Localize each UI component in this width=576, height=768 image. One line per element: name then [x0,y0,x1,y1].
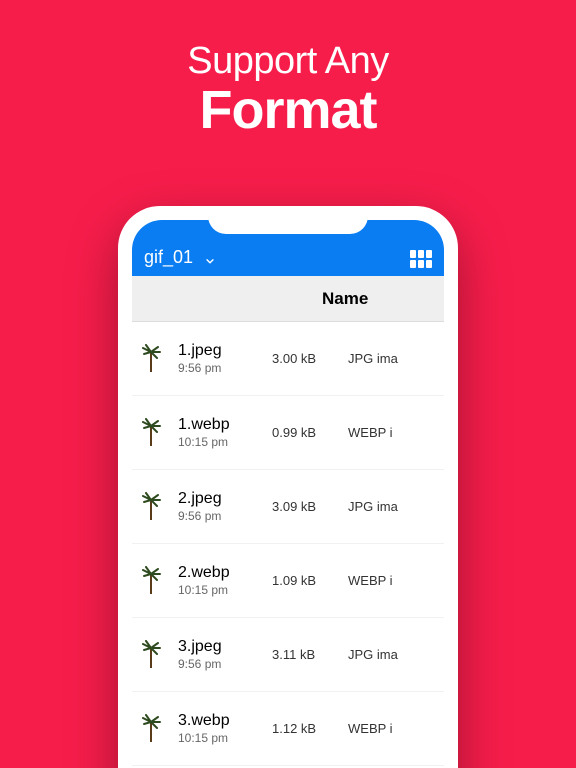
column-header-bar: Name [132,276,444,322]
file-name: 1.jpeg [178,342,268,360]
file-size: 3.00 kB [272,351,344,366]
file-size: 3.09 kB [272,499,344,514]
file-name: 2.webp [178,564,268,582]
file-name-cell: 2.jpeg9:56 pm [178,490,268,524]
headline-line1: Support Any [0,42,576,82]
file-list[interactable]: 1.jpeg9:56 pm3.00 kBJPG ima 1.webp10:15 … [132,322,444,768]
file-size: 0.99 kB [272,425,344,440]
file-name: 3.jpeg [178,638,268,656]
file-name-cell: 3.webp10:15 pm [178,712,268,746]
file-name-cell: 1.jpeg9:56 pm [178,342,268,376]
file-row[interactable]: 3.jpeg9:56 pm 3.11 kB JPG ima [132,618,444,692]
file-thumbnail-icon [140,418,164,448]
file-row[interactable]: 2.webp10:15 pm 1.09 kB WEBP i [132,544,444,618]
file-name: 1.webp [178,416,268,434]
file-type: JPG ima [348,499,438,514]
file-name-cell: 1.webp10:15 pm [178,416,268,450]
file-time: 9:56 pm [178,657,268,671]
file-name-cell: 2.webp10:15 pm [178,564,268,598]
file-type: JPG ima [348,647,438,662]
file-type: WEBP i [348,721,438,736]
file-thumbnail-icon [140,566,164,596]
promo-headline: Support Any Format [0,0,576,139]
file-time: 9:56 pm [178,361,268,375]
file-type: WEBP i [348,573,438,588]
file-type: JPG ima [348,351,438,366]
headline-line2: Format [0,82,576,139]
file-size: 1.09 kB [272,573,344,588]
file-type: WEBP i [348,425,438,440]
file-name: 3.webp [178,712,268,730]
file-time: 10:15 pm [178,435,268,449]
grid-view-icon[interactable] [410,250,432,268]
file-time: 9:56 pm [178,509,268,523]
file-row[interactable]: 1.webp10:15 pm 0.99 kB WEBP i [132,396,444,470]
chevron-down-icon[interactable] [203,254,217,268]
folder-title[interactable]: gif_01 [144,247,193,268]
file-thumbnail-icon [140,714,164,744]
phone-notch [208,206,368,234]
file-row[interactable]: 2.jpeg9:56 pm 3.09 kB JPG ima [132,470,444,544]
file-row[interactable]: 1.jpeg9:56 pm 3.00 kB JPG ima [132,322,444,396]
file-time: 10:15 pm [178,731,268,745]
column-header-name[interactable]: Name [322,289,368,309]
file-thumbnail-icon [140,492,164,522]
file-size: 3.11 kB [272,647,344,662]
file-thumbnail-icon [140,640,164,670]
file-thumbnail-icon [140,344,164,374]
file-size: 1.12 kB [272,721,344,736]
file-row[interactable]: 3.webp10:15 pm 1.12 kB WEBP i [132,692,444,766]
file-name: 2.jpeg [178,490,268,508]
app-screen: gif_01 Name 1.jpeg9:56 pm3.00 kBJPG ima … [132,220,444,768]
phone-mockup: gif_01 Name 1.jpeg9:56 pm3.00 kBJPG ima … [118,206,458,768]
file-time: 10:15 pm [178,583,268,597]
file-name-cell: 3.jpeg9:56 pm [178,638,268,672]
